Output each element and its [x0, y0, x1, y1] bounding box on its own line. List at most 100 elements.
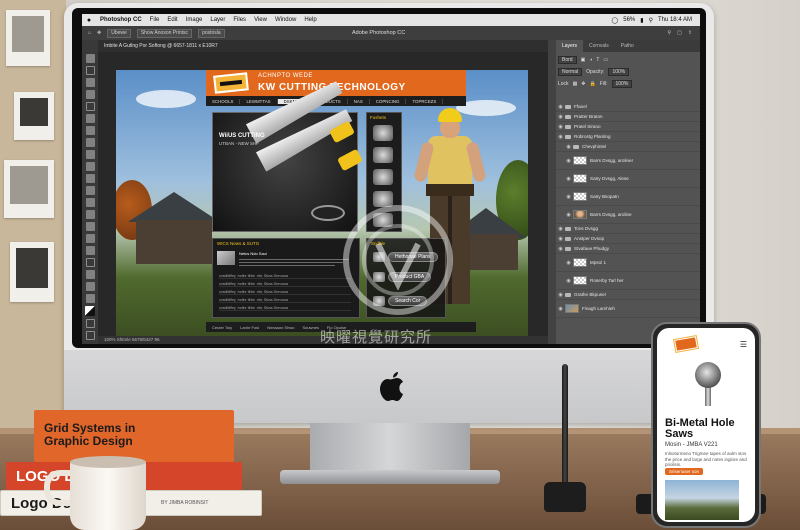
eyedropper-tool-icon[interactable]	[85, 114, 95, 123]
option-select[interactable]: Ubewe	[107, 28, 131, 38]
filter-type-icon[interactable]: T	[596, 57, 599, 63]
show-transform-toggle[interactable]: Show Anoson Printsc	[136, 28, 193, 38]
news-row[interactable]: ovsdfdfifey .mrtinr Ithiie .ritrr, Stuss…	[219, 289, 351, 295]
site-nav-item[interactable]: LEWMTTAS	[240, 98, 278, 104]
product-thumb[interactable]	[373, 125, 393, 141]
more-tools-icon[interactable]	[85, 294, 95, 303]
phone-site-logo[interactable]	[674, 336, 698, 352]
pen-tool-icon[interactable]	[85, 222, 95, 231]
layer-kind-filter[interactable]: Bord	[558, 56, 577, 64]
news-row[interactable]: ovsdfdfifey .mrtinr Ithiie .ritrr, Stuss…	[219, 281, 351, 287]
battery-icon[interactable]: ▮	[640, 17, 643, 24]
footer-link[interactable]: Nnnaaon Shwo	[267, 325, 294, 330]
product-thumb[interactable]	[373, 147, 393, 163]
visibility-eye-icon[interactable]: ◉	[556, 124, 565, 130]
layer-row[interactable]: ◉ Anstper Dvsop	[556, 234, 700, 244]
layer-row[interactable]: ◉ Roserby Tarl her	[556, 272, 700, 290]
lasso-tool-icon[interactable]	[85, 78, 95, 87]
move-tool-icon[interactable]: ✥	[97, 30, 101, 36]
layer-row[interactable]: ◉ Mpsol 1	[556, 254, 700, 272]
menu-files[interactable]: Files	[229, 17, 250, 23]
site-nav-item[interactable]: COPNCING	[370, 98, 407, 104]
brush-tool-icon[interactable]	[85, 138, 95, 147]
search-icon[interactable]: ⚲	[649, 17, 653, 24]
visibility-eye-icon[interactable]: ◉	[564, 212, 573, 218]
footer-link[interactable]: Souwnes	[302, 325, 318, 330]
magic-wand-tool-icon[interactable]	[85, 90, 95, 99]
site-nav-item[interactable]: NAS	[348, 98, 370, 104]
layer-row[interactable]: ◉ Barrs Dvsgg, aroliner	[556, 152, 700, 170]
visibility-eye-icon[interactable]: ◉	[556, 236, 565, 242]
visibility-eye-icon[interactable]: ◉	[556, 114, 565, 120]
news-row[interactable]: ovsdfdfifey .mrtinr Ithiie .ritrr, Stuss…	[219, 273, 351, 279]
hand-tool-icon[interactable]	[85, 270, 95, 279]
fill-input[interactable]: 100%	[611, 80, 633, 88]
visibility-eye-icon[interactable]: ◉	[556, 226, 565, 232]
healing-brush-tool-icon[interactable]	[85, 126, 95, 135]
home-icon[interactable]: ⌂	[88, 30, 91, 36]
layer-row[interactable]: ◉ Pratter Braton	[556, 112, 700, 122]
workspace-icon[interactable]: ▢	[677, 30, 682, 36]
eraser-tool-icon[interactable]	[85, 174, 95, 183]
screen-mode-icon[interactable]	[85, 331, 95, 340]
apple-menu-icon[interactable]: ●	[82, 17, 96, 24]
menu-image[interactable]: Image	[182, 17, 207, 23]
document-tab[interactable]: Imbite A Gutlng Por Softong @ 6657-1811 …	[98, 40, 548, 52]
visibility-eye-icon[interactable]: ◉	[564, 158, 573, 164]
news-row[interactable]: ovsdfdfifey .mrtinr Ithiie .ritrr, Stuss…	[219, 297, 351, 303]
product-thumb[interactable]	[373, 169, 393, 185]
gradient-tool-icon[interactable]	[85, 186, 95, 195]
color-swatch-icon[interactable]	[85, 306, 95, 316]
opacity-input[interactable]: 100%	[608, 68, 630, 76]
tab-channels[interactable]: Cornvals	[583, 40, 615, 52]
shape-tool-icon[interactable]	[85, 258, 95, 267]
quick-mask-icon[interactable]	[85, 319, 95, 328]
filter-pixel-icon[interactable]: ▣	[581, 57, 586, 63]
news-row[interactable]: ovsdfdfifey .mrtinr Ithiie .ritrr, Stuss…	[219, 305, 351, 311]
filter-shape-icon[interactable]: ▭	[603, 57, 608, 63]
zoom-tool-icon[interactable]	[85, 282, 95, 291]
dodge-tool-icon[interactable]	[85, 210, 95, 219]
layer-row[interactable]: ◉ Satry Bsopatn	[556, 188, 700, 206]
layer-row[interactable]: ◉ Satry Dvsgg, Alese	[556, 170, 700, 188]
site-nav-item[interactable]: SCHOOLS	[206, 98, 241, 104]
site-nav-item[interactable]: TOPRCEZS	[406, 98, 444, 104]
filter-adjust-icon[interactable]: ◑	[589, 57, 592, 63]
visibility-eye-icon[interactable]: ◉	[556, 134, 565, 140]
layer-row[interactable]: ◉ Chevphintel	[556, 142, 700, 152]
tab-paths[interactable]: Patho	[615, 40, 640, 52]
lock-pixels-icon[interactable]: ▦	[573, 81, 578, 87]
lock-position-icon[interactable]: ✥	[581, 81, 585, 87]
path-select-tool-icon[interactable]	[85, 246, 95, 255]
visibility-eye-icon[interactable]: ◉	[556, 104, 565, 110]
lock-all-icon[interactable]: 🔒	[590, 81, 596, 87]
layer-row[interactable]: ◉ Robrostg Planting	[556, 132, 700, 142]
hamburger-icon[interactable]: ☰	[740, 340, 747, 349]
align-dropdown[interactable]: postosla	[198, 28, 225, 38]
footer-link[interactable]: Lanhr Fosl	[240, 325, 259, 330]
share-icon[interactable]: ⇧	[688, 30, 692, 36]
document-canvas[interactable]: ACHNPTO WEDE KW CUTTING TECHNOLOGY SCHOO…	[98, 52, 548, 344]
layer-row[interactable]: ◉ Pratel Sirano	[556, 122, 700, 132]
marquee-tool-icon[interactable]	[85, 66, 95, 75]
layer-row[interactable]: ◉ Finagh Lamhieh	[556, 300, 700, 318]
crop-tool-icon[interactable]	[85, 102, 95, 111]
history-brush-tool-icon[interactable]	[85, 162, 95, 171]
search-icon[interactable]: ⚲	[667, 30, 671, 36]
clone-stamp-tool-icon[interactable]	[85, 150, 95, 159]
layer-row[interactable]: ◉ Barrs Dvsgg, aroline	[556, 206, 700, 224]
news-feature-thumb[interactable]	[217, 251, 235, 265]
menu-file[interactable]: File	[146, 17, 164, 23]
layer-row[interactable]: ◉ Stvafaue Phudgy	[556, 244, 700, 254]
visibility-eye-icon[interactable]: ◉	[556, 292, 565, 298]
news-feature-title[interactable]: Netcs Ndo Saui	[239, 251, 267, 256]
menu-edit[interactable]: Edit	[163, 17, 181, 23]
menu-window[interactable]: Window	[271, 17, 300, 23]
blend-mode-select[interactable]: Normal	[558, 68, 583, 76]
visibility-eye-icon[interactable]: ◉	[556, 246, 565, 252]
visibility-eye-icon[interactable]: ◉	[564, 278, 573, 284]
menu-app-name[interactable]: Photoshop CC	[96, 17, 146, 23]
tab-layers[interactable]: Layers	[556, 40, 584, 52]
move-tool-icon[interactable]	[85, 54, 95, 63]
menu-view[interactable]: View	[250, 17, 271, 23]
